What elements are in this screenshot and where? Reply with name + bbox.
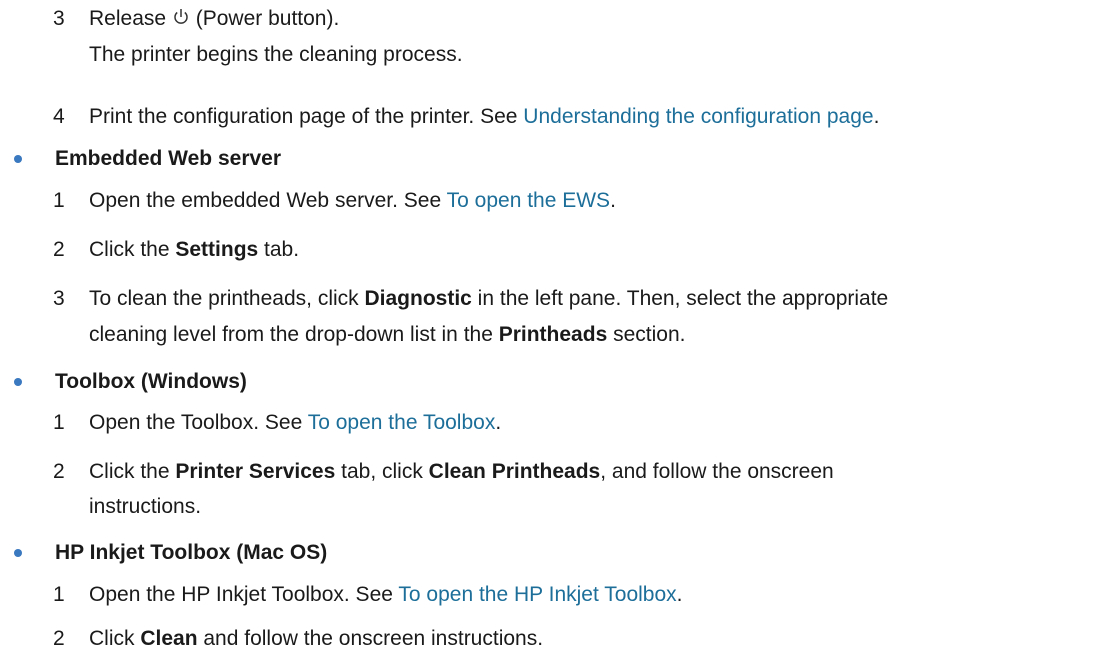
step-number: 3 xyxy=(53,287,65,310)
step-number: 2 xyxy=(53,460,65,483)
step-text: Print the configuration page of the prin… xyxy=(89,105,880,128)
bullet-icon xyxy=(14,378,22,386)
link-to-open-ews[interactable]: To open the EWS xyxy=(447,189,610,212)
step-number: 2 xyxy=(53,238,65,261)
step-text: To clean the printheads, click Diagnosti… xyxy=(89,287,889,310)
step-text: Open the Toolbox. See To open the Toolbo… xyxy=(89,411,502,434)
bullet-icon xyxy=(14,155,22,163)
step-number: 1 xyxy=(53,189,65,212)
link-to-open-toolbox[interactable]: To open the Toolbox xyxy=(308,411,496,434)
step-text: Click the Printer Services tab, click Cl… xyxy=(89,460,834,483)
power-button-icon xyxy=(172,7,190,27)
link-to-open-hp-inkjet-toolbox[interactable]: To open the HP Inkjet Toolbox xyxy=(398,583,676,606)
link-understanding-configuration-page[interactable]: Understanding the configuration page xyxy=(523,105,873,128)
document-page: 3 Release (Power button). The printer be… xyxy=(0,0,1118,660)
step-number: 3 xyxy=(53,7,65,30)
step-text: Click Clean and follow the onscreen inst… xyxy=(89,627,544,650)
step-text: Release (Power button). xyxy=(89,7,340,30)
step-text: Open the embedded Web server. See To ope… xyxy=(89,189,616,212)
step-text: Open the HP Inkjet Toolbox. See To open … xyxy=(89,583,683,606)
step-number: 1 xyxy=(53,583,65,606)
step-text: Click the Settings tab. xyxy=(89,238,300,261)
step-number: 1 xyxy=(53,411,65,434)
bullet-icon xyxy=(14,549,22,557)
step-number: 2 xyxy=(53,627,65,650)
step-number: 4 xyxy=(53,105,65,128)
